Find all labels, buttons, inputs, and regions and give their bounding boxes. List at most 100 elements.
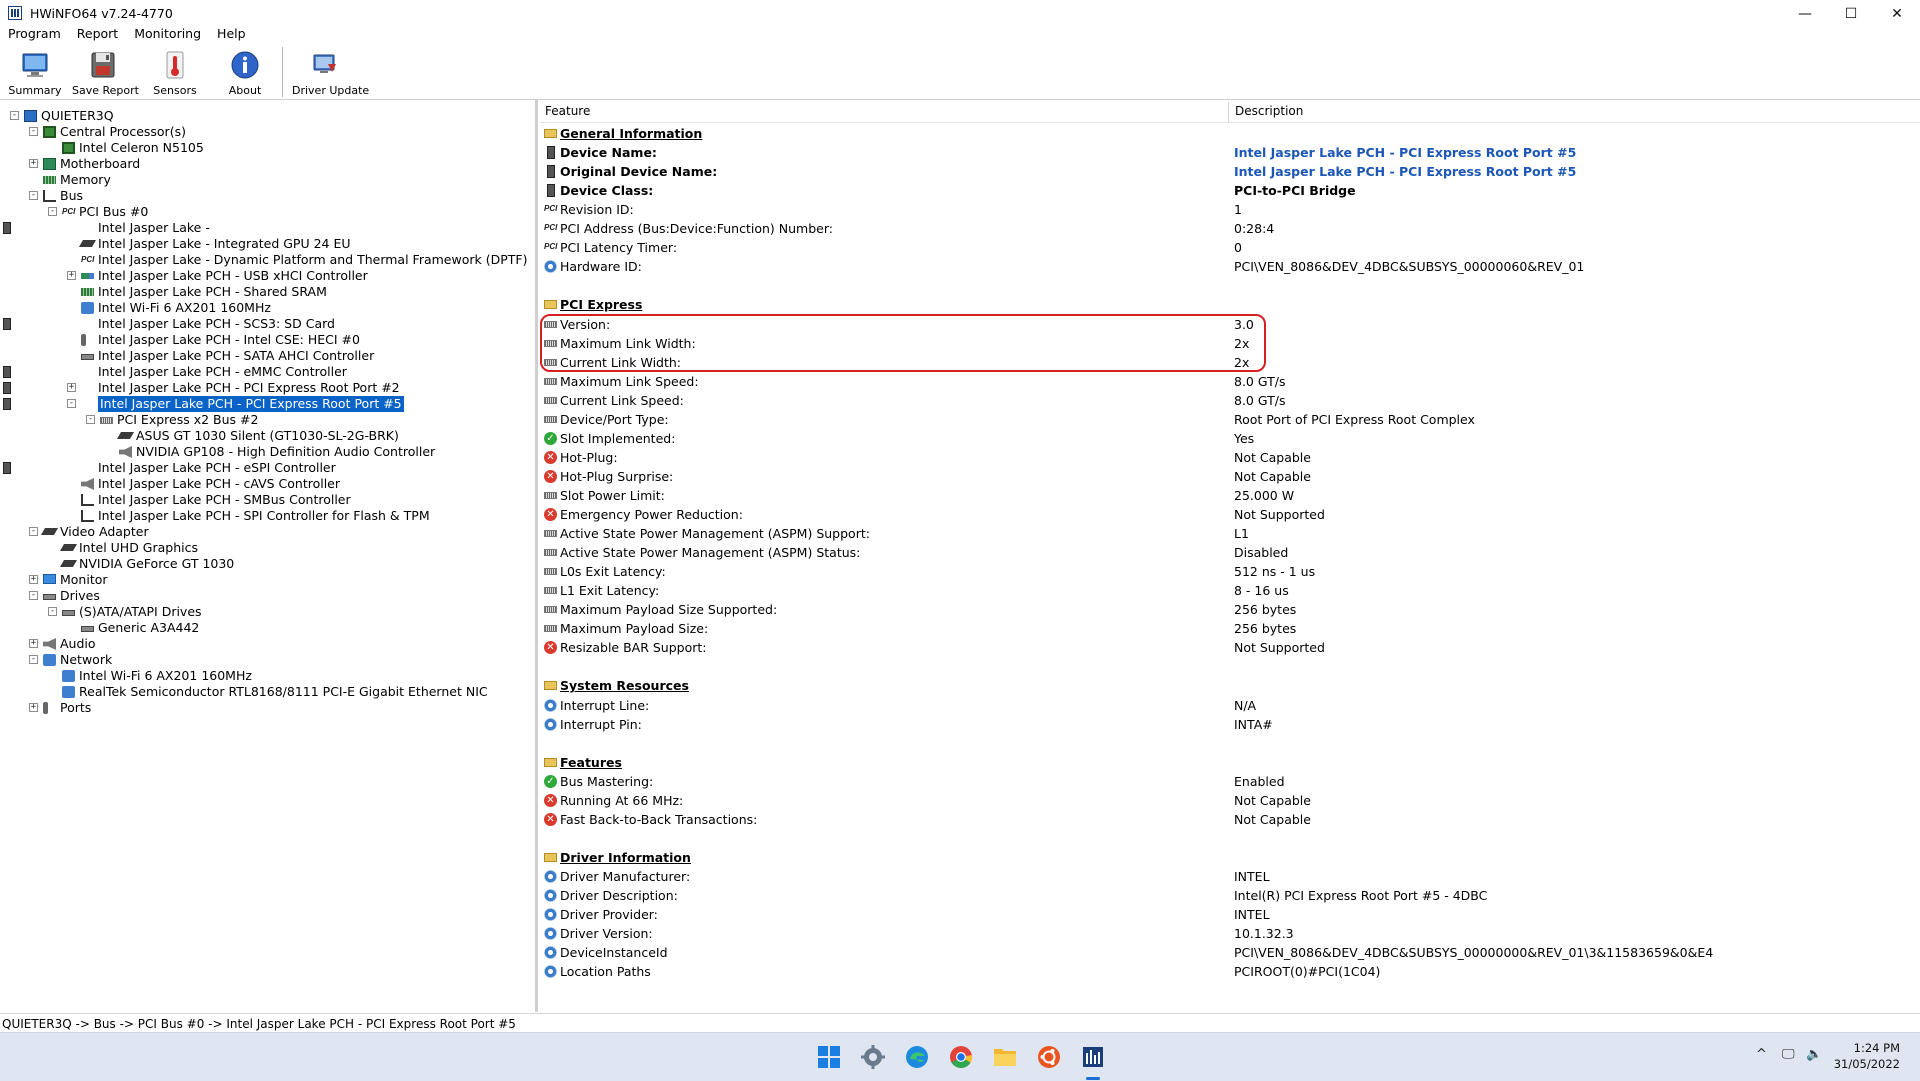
feature-value[interactable]: Intel Jasper Lake PCH - PCI Express Root… — [1234, 162, 1576, 181]
feature-label: Location Paths — [560, 964, 651, 980]
detail-row[interactable]: ✕ Resizable BAR Support: Not Supported — [540, 638, 1920, 657]
detail-row[interactable]: Device/Port Type: Root Port of PCI Expres… — [540, 410, 1920, 429]
detail-row[interactable]: L1 Exit Latency: 8 - 16 us — [540, 581, 1920, 600]
detail-row[interactable]: Current Link Speed: 8.0 GT/s — [540, 391, 1920, 410]
driver-update-button[interactable]: Driver Update — [292, 47, 369, 97]
column-header-feature[interactable]: Feature — [545, 104, 590, 118]
collapse-icon[interactable]: - — [86, 415, 95, 424]
feature-label: Interrupt Line: — [560, 697, 650, 713]
detail-row[interactable]: Location Paths PCIROOT(0)#PCI(1C04) — [540, 962, 1920, 981]
expand-icon[interactable]: + — [29, 703, 38, 712]
detail-row[interactable]: ✕ Emergency Power Reduction: Not Supported — [540, 505, 1920, 524]
expand-icon[interactable]: + — [67, 383, 76, 392]
feature-value: 256 bytes — [1234, 602, 1297, 618]
menu-report[interactable]: Report — [69, 24, 126, 44]
detail-row[interactable]: Maximum Payload Size: 256 bytes — [540, 619, 1920, 638]
clock[interactable]: 1:24 PM 31/05/2022 — [1834, 1040, 1900, 1072]
detail-row[interactable]: Driver Manufacturer: INTEL — [540, 867, 1920, 886]
collapse-icon[interactable]: - — [29, 191, 38, 200]
start-icon[interactable] — [814, 1042, 844, 1072]
maximize-button[interactable]: ☐ — [1828, 0, 1874, 28]
edge-icon[interactable] — [902, 1042, 932, 1072]
detail-row[interactable]: Slot Power Limit: 25.000 W — [540, 486, 1920, 505]
section-title: System Resources — [560, 678, 689, 694]
volume-icon[interactable]: 🔈 — [1806, 1047, 1822, 1062]
detail-row[interactable]: Maximum Link Width: 2x — [540, 334, 1920, 353]
detail-row[interactable]: DeviceInstanceId PCI\VEN_8086&DEV_4DBC&SU… — [540, 943, 1920, 962]
expand-icon[interactable]: + — [29, 159, 38, 168]
detail-row[interactable]: ✕ Fast Back-to-Back Transactions: Not Capa… — [540, 810, 1920, 829]
detail-row[interactable]: Driver Version: 10.1.32.3 — [540, 924, 1920, 943]
feature-value[interactable]: Intel Jasper Lake PCH - PCI Express Root… — [1234, 143, 1576, 162]
collapse-icon[interactable]: - — [29, 591, 38, 600]
detail-row[interactable]: ✕ Hot-Plug Surprise: Not Capable — [540, 467, 1920, 486]
collapse-icon[interactable]: - — [10, 111, 19, 120]
detail-row[interactable]: Driver Description: Intel(R) PCI Express … — [540, 886, 1920, 905]
detail-row[interactable]: Interrupt Line: N/A — [540, 696, 1920, 715]
detail-row[interactable]: Maximum Link Speed: 8.0 GT/s — [540, 372, 1920, 391]
detail-row[interactable]: Device Class: PCI-to-PCI Bridge — [540, 181, 1920, 200]
menu-program[interactable]: Program — [0, 24, 69, 44]
device-tree[interactable]: - QUIETER3Q - Central Processor(s) Intel Cel… — [0, 100, 538, 1012]
menu-help[interactable]: Help — [209, 24, 254, 44]
collapse-icon[interactable]: - — [29, 127, 38, 136]
collapse-icon[interactable]: - — [67, 399, 76, 408]
detail-row[interactable]: Active State Power Management (ASPM) Sup… — [540, 524, 1920, 543]
expand-icon[interactable]: + — [29, 575, 38, 584]
file-explorer-icon[interactable] — [990, 1042, 1020, 1072]
ubuntu-icon[interactable] — [1034, 1042, 1064, 1072]
detail-row[interactable]: Original Device Name: Intel Jasper Lake P… — [540, 162, 1920, 181]
drive-icon — [81, 354, 94, 360]
feature-label: Original Device Name: — [560, 164, 718, 180]
detail-section-header[interactable]: System Resources — [540, 676, 1920, 695]
detail-row[interactable]: Driver Provider: INTEL — [540, 905, 1920, 924]
minimize-button[interactable]: — — [1782, 0, 1828, 28]
detail-row[interactable]: Version: 3.0 — [540, 315, 1920, 334]
about-button[interactable]: About — [214, 47, 276, 97]
detail-section-header[interactable]: General Information — [540, 124, 1920, 143]
expand-icon[interactable]: + — [67, 271, 76, 280]
column-header-description[interactable]: Description — [1235, 104, 1303, 118]
clock-time: 1:24 PM — [1853, 1041, 1900, 1055]
detail-row[interactable]: ✕ Hot-Plug: Not Capable — [540, 448, 1920, 467]
detail-row[interactable]: Maximum Payload Size Supported: 256 bytes — [540, 600, 1920, 619]
detail-row[interactable]: ✕ Running At 66 MHz: Not Capable — [540, 791, 1920, 810]
detail-section-header[interactable]: Driver Information — [540, 848, 1920, 867]
detail-row[interactable]: Device Name: Intel Jasper Lake PCH - PCI … — [540, 143, 1920, 162]
network-icon[interactable]: 🖵 — [1782, 1047, 1795, 1062]
detail-row[interactable]: ✓ Bus Mastering: Enabled — [540, 772, 1920, 791]
detail-row[interactable]: PCI Revision ID: 1 — [540, 200, 1920, 219]
detail-row[interactable]: PCI PCI Latency Timer: 0 — [540, 238, 1920, 257]
collapse-icon[interactable]: - — [29, 655, 38, 664]
menu-monitoring[interactable]: Monitoring — [126, 24, 209, 44]
summary-button[interactable]: Summary — [4, 47, 66, 97]
title-bar: HWiNFO64 v7.24-4770 — ☐ ✕ — [0, 0, 1920, 28]
detail-row[interactable]: L0s Exit Latency: 512 ns - 1 us — [540, 562, 1920, 581]
detail-row[interactable]: PCI PCI Address (Bus:Device:Function) Num… — [540, 219, 1920, 238]
sensors-button[interactable]: Sensors — [144, 47, 206, 97]
memory-icon — [81, 288, 94, 296]
collapse-icon[interactable]: - — [29, 527, 38, 536]
feature-label: Interrupt Pin: — [560, 716, 642, 732]
sensors-label: Sensors — [153, 84, 197, 97]
hwinfo-icon[interactable] — [1078, 1042, 1108, 1072]
chrome-icon[interactable] — [946, 1042, 976, 1072]
feature-label: Current Link Speed: — [560, 392, 684, 408]
expand-icon[interactable]: + — [29, 639, 38, 648]
settings-icon[interactable] — [858, 1042, 888, 1072]
detail-row[interactable]: ✓ Slot Implemented: Yes — [540, 429, 1920, 448]
detail-row[interactable]: Interrupt Pin: INTA# — [540, 715, 1920, 734]
column-divider[interactable] — [1228, 102, 1229, 122]
detail-section-header[interactable]: Features — [540, 753, 1920, 772]
detail-row[interactable]: Current Link Width: 2x — [540, 353, 1920, 372]
cross-icon: ✕ — [544, 641, 557, 655]
tray-chevron-icon[interactable]: ^ — [1756, 1047, 1767, 1062]
detail-section-header[interactable]: PCI Express — [540, 295, 1920, 314]
collapse-icon[interactable]: - — [48, 607, 57, 616]
collapse-icon[interactable]: - — [48, 207, 57, 216]
tree-item-label: Intel Jasper Lake PCH - eSPI Controller — [98, 460, 336, 475]
save-report-button[interactable]: Save Report — [72, 47, 139, 97]
close-button[interactable]: ✕ — [1874, 0, 1920, 28]
detail-row[interactable]: Active State Power Management (ASPM) Sta… — [540, 543, 1920, 562]
detail-row[interactable]: Hardware ID: PCI\VEN_8086&DEV_4DBC&SUBSYS… — [540, 257, 1920, 276]
